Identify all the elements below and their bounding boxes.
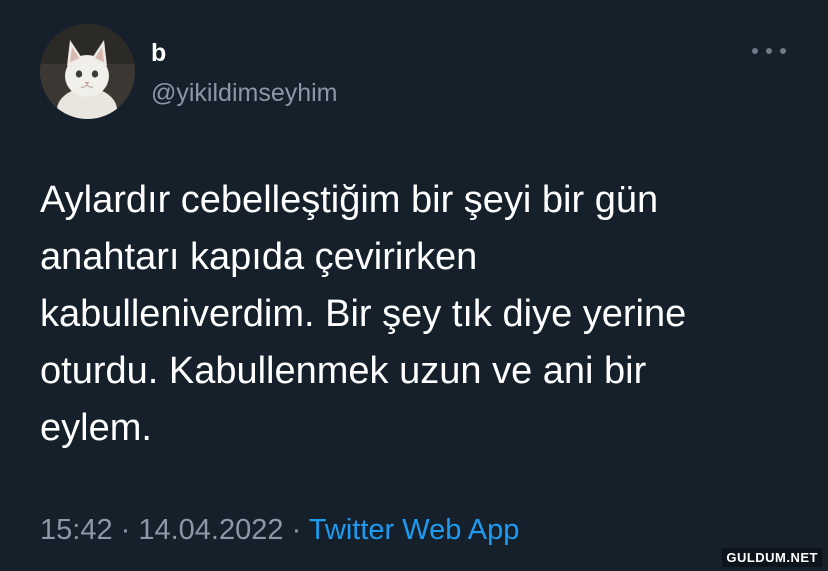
tweet-source-link[interactable]: Twitter Web App [309,514,520,546]
user-handle[interactable]: @yikildimseyhim [151,78,338,108]
meta-separator: · [283,514,309,546]
tweet-meta: 15:42 · 14.04.2022 · Twitter Web App [40,512,519,548]
tweet-text: Aylardır cebelleştiğim bir şeyi bir gün … [40,179,687,449]
tweet-time[interactable]: 15:42 [40,514,113,546]
tweet-date[interactable]: 14.04.2022 [138,514,283,546]
watermark: GULDUM.NET [722,548,822,567]
tweet-card: b @yikildimseyhim Aylardır cebelleştiğim… [0,0,828,571]
display-name[interactable]: b [151,38,166,68]
cat-avatar-icon[interactable] [40,24,135,119]
meta-separator: · [112,514,139,546]
more-options-icon[interactable] [752,36,786,66]
